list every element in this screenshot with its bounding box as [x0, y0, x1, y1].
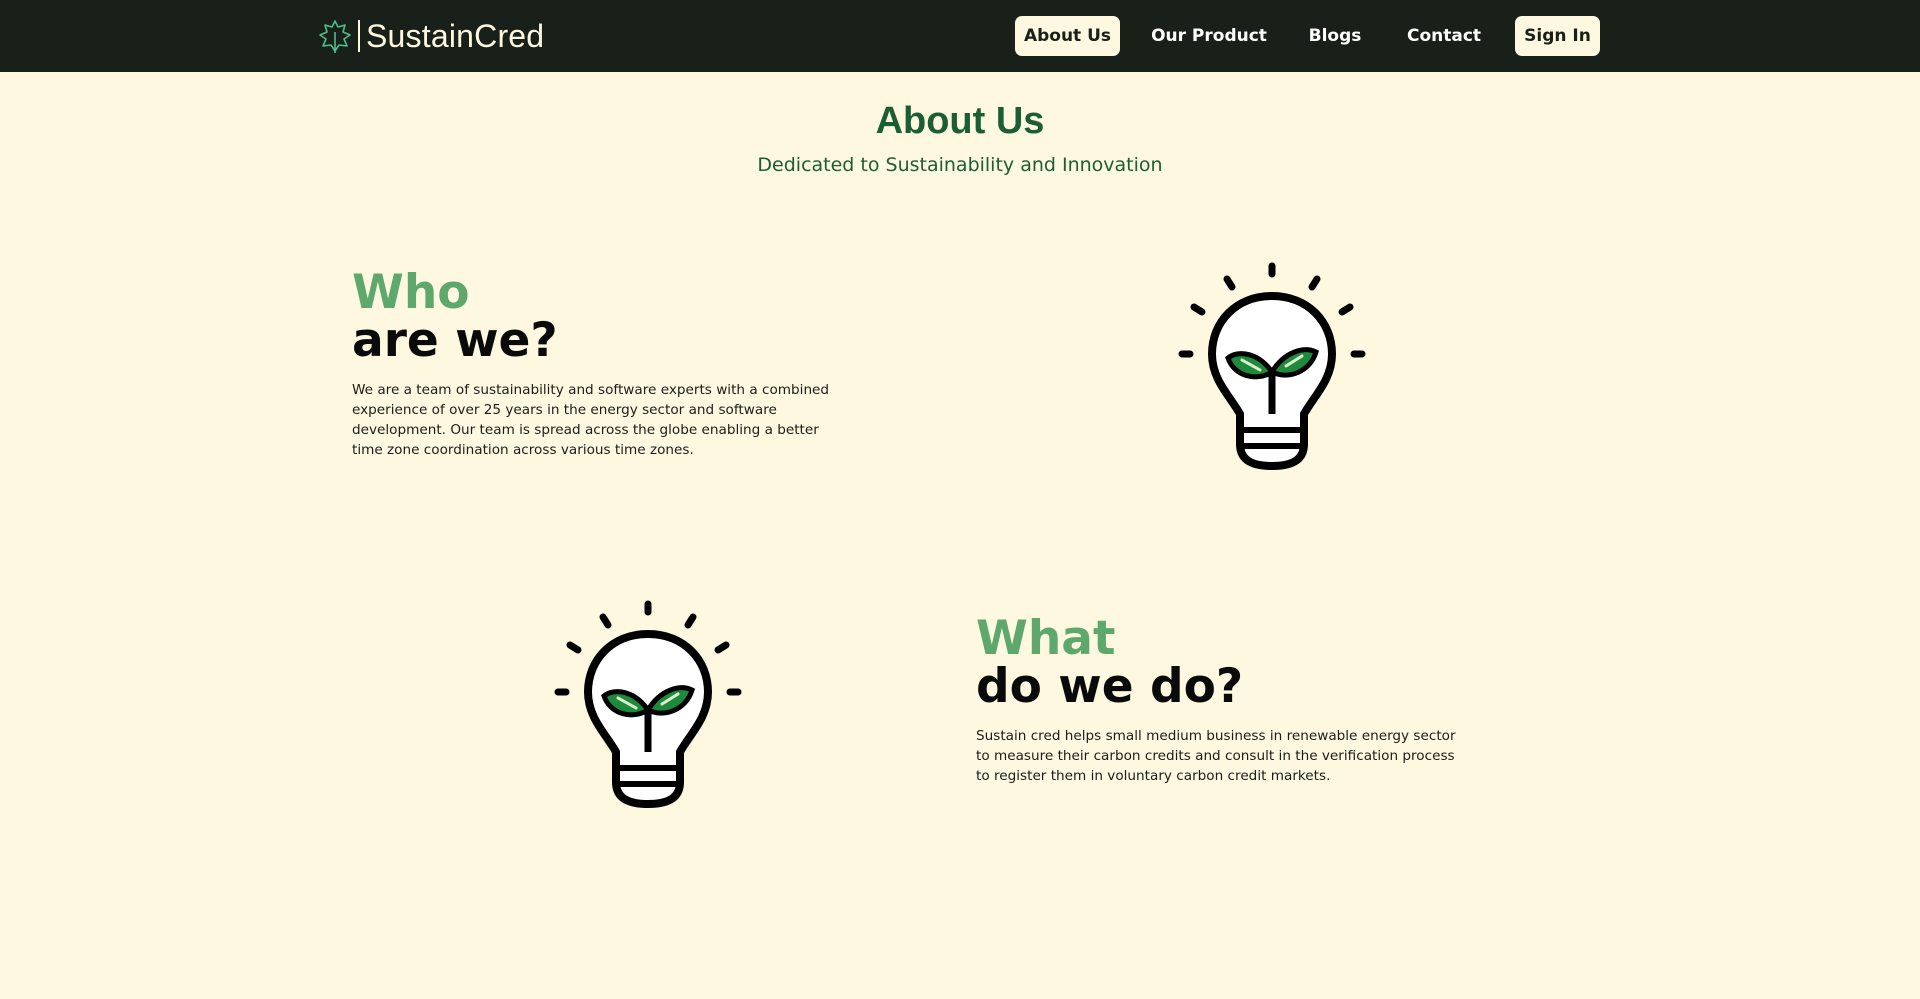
who-title-green: Who — [352, 265, 470, 320]
logo-divider — [358, 20, 360, 52]
who-title-dark: are we? — [352, 313, 558, 368]
nav-about-us[interactable]: About Us — [1015, 16, 1120, 56]
lightbulb-sprout-icon — [554, 600, 742, 809]
who-description: We are a team of sustainability and soft… — [352, 382, 830, 458]
page-title: About Us — [875, 100, 1045, 142]
leaf-outline-icon — [319, 20, 351, 53]
brand-logo[interactable]: SustainCred — [318, 16, 544, 56]
what-title-dark: do we do? — [976, 659, 1244, 714]
lightbulb-sprout-icon — [1178, 262, 1366, 471]
brand-name: SustainCred — [366, 17, 545, 54]
nav-our-product[interactable]: Our Product — [1150, 16, 1268, 56]
sign-in-button[interactable]: Sign In — [1515, 16, 1600, 56]
what-description: Sustain cred helps small medium business… — [976, 728, 1456, 784]
what-title-green: What — [976, 611, 1116, 666]
nav-blogs[interactable]: Blogs — [1300, 16, 1370, 56]
page-subtitle: Dedicated to Sustainability and Innovati… — [757, 154, 1163, 176]
navbar: SustainCred About Us Our Product Blogs C… — [0, 0, 1920, 72]
nav-contact[interactable]: Contact — [1400, 16, 1488, 56]
